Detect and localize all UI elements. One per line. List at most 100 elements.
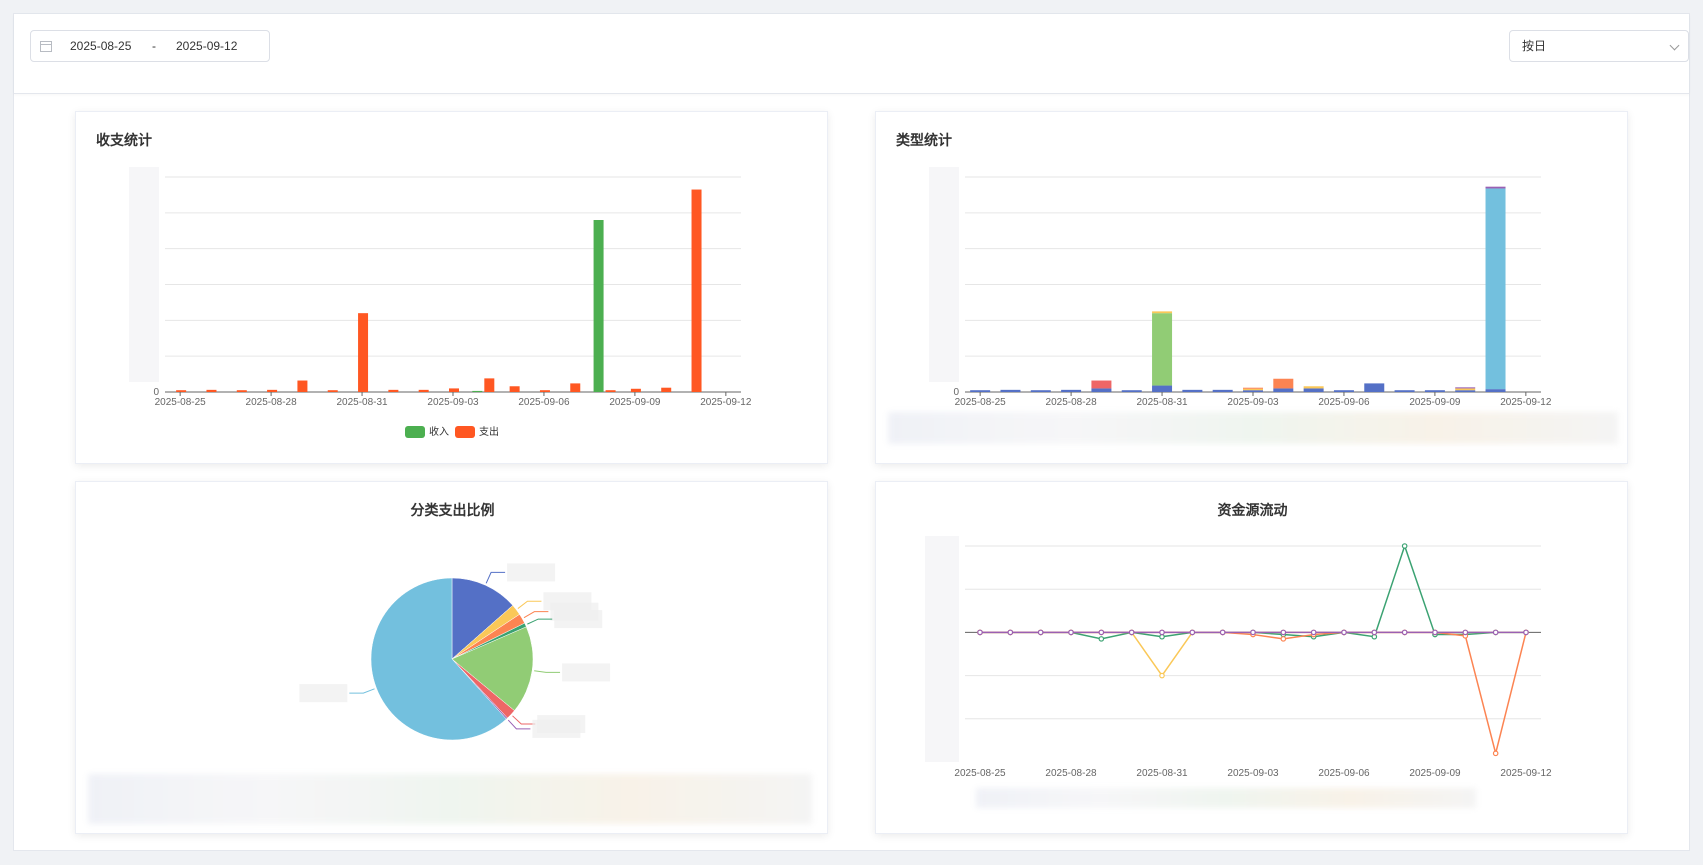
x-tick-label: 2025-08-25	[155, 397, 207, 408]
series-point	[1492, 629, 1499, 636]
income-bar	[472, 390, 483, 392]
expense-bar	[267, 389, 278, 392]
series-point	[1371, 629, 1378, 636]
series-point	[1341, 629, 1347, 636]
x-tick-label: 2025-08-25	[955, 397, 1007, 408]
x-tick-label: 2025-09-06	[518, 397, 570, 408]
stacked-bar-segment	[1455, 390, 1476, 392]
pie-label-line	[517, 600, 542, 609]
stacked-bar-segment	[1091, 388, 1112, 392]
expense-bar	[418, 389, 429, 392]
series-point	[1128, 629, 1135, 636]
expense-bar	[388, 389, 399, 392]
expense-bar	[691, 189, 702, 392]
legend-income-label: 收入	[429, 425, 449, 438]
pie-label-obscured	[562, 663, 611, 682]
granularity-select[interactable]: 按日	[1509, 30, 1689, 62]
pie-label-line	[523, 611, 549, 619]
stacked-bar-segment	[1455, 388, 1476, 391]
x-tick-label: 2025-09-06	[1318, 397, 1370, 408]
type-stats-card: 类型统计 0 2025-08-25 2025-08-28 2025-08-31 2025…	[875, 111, 1628, 464]
stacked-bar-segment	[1152, 311, 1173, 314]
stacked-bar-segment	[1303, 386, 1324, 389]
expense-bar	[570, 383, 581, 392]
stacked-bar-segment	[1030, 390, 1051, 392]
pie-label-line	[512, 715, 536, 725]
stacked-bar-segment	[1152, 385, 1173, 392]
series-point	[1492, 750, 1499, 757]
series-line	[980, 631, 1526, 677]
x-tick-label: 2025-08-31	[1136, 768, 1188, 779]
series-point	[1401, 543, 1408, 549]
x-tick-label: 2025-08-31	[1136, 397, 1188, 408]
x-tick-label: 2025-09-09	[1409, 397, 1461, 408]
filter-toolbar: 2025-08-25 - 2025-09-12 按日	[14, 14, 1689, 94]
x-tick-label: 2025-08-28	[246, 397, 298, 408]
stacked-bar-segment	[1485, 186, 1506, 189]
expense-bar	[661, 387, 672, 392]
y-axis-labels-obscured	[925, 536, 959, 762]
series-point	[1280, 629, 1287, 636]
series-point	[1007, 629, 1014, 636]
series-point	[1523, 629, 1529, 636]
stacked-bar-segment	[1243, 387, 1263, 389]
series-point	[1068, 629, 1074, 636]
y-axis-labels-obscured	[129, 167, 159, 382]
series-point	[977, 629, 983, 636]
x-tick-label: 2025-08-31	[336, 397, 388, 408]
expense-bar	[176, 390, 187, 392]
stacked-bar-segment	[970, 390, 991, 392]
x-tick-label: 2025-09-03	[1227, 397, 1279, 408]
series-point	[1159, 629, 1165, 636]
fund-flow-card: 资金源流动 2025-08-25 2025-08-28 2025-08-31 2025…	[875, 481, 1628, 834]
stacked-bar-segment	[1243, 388, 1263, 391]
x-tick-label: 2025-09-09	[1409, 768, 1461, 779]
stacked-bar-segment	[1303, 388, 1324, 392]
calendar-icon	[40, 40, 52, 52]
expense-bar	[327, 390, 338, 392]
series-point	[1098, 629, 1105, 636]
expense-bar	[539, 390, 550, 392]
series-line	[980, 631, 1527, 754]
x-tick-label: 2025-09-03	[1227, 768, 1279, 779]
legend-expense-swatch	[455, 426, 475, 438]
stacked-bar-segment	[1152, 313, 1173, 386]
pie-label-obscured	[507, 563, 556, 582]
x-tick-label: 2025-08-28	[1045, 768, 1097, 779]
expense-bar	[449, 388, 459, 392]
expense-bar	[236, 390, 247, 392]
fund-flow-line-chart: 2025-08-25 2025-08-28 2025-08-31 2025-09-03…	[925, 536, 1552, 779]
granularity-value: 按日	[1522, 39, 1547, 53]
stacked-bar-segment	[1485, 188, 1506, 390]
series-point	[1189, 629, 1196, 636]
series-point	[1037, 629, 1044, 636]
x-tick-label: 2025-09-12	[700, 397, 752, 408]
y-axis-labels-obscured	[929, 167, 959, 382]
legend-area	[88, 774, 812, 824]
start-date-input[interactable]: 2025-08-25	[70, 39, 152, 53]
x-tick-label: 2025-09-03	[427, 397, 479, 408]
end-date-input[interactable]: 2025-09-12	[176, 39, 266, 53]
legend-expense-label: 支出	[479, 425, 499, 438]
series-point	[1432, 629, 1438, 636]
stacked-bar-segment	[1394, 390, 1415, 392]
pie-label-line	[485, 571, 506, 584]
x-tick-label: 2025-08-28	[1046, 397, 1098, 408]
x-tick-label: 2025-09-09	[609, 397, 661, 408]
chevron-down-icon	[1669, 40, 1680, 51]
pie-label-line	[527, 618, 553, 625]
stacked-bar-segment	[1061, 389, 1082, 392]
stacked-bar-segment	[1121, 390, 1142, 392]
series-point	[1159, 672, 1165, 679]
date-range-picker[interactable]: 2025-08-25 - 2025-09-12	[30, 30, 270, 62]
x-tick-label: 2025-09-12	[1500, 397, 1552, 408]
series-point	[1462, 629, 1469, 636]
pie-label-obscured	[299, 684, 348, 703]
x-tick-label: 2025-09-06	[1318, 768, 1370, 779]
series-point	[1098, 636, 1105, 642]
income-expense-card: 收支统计 0 2025-08-25 2025-08-28 2025-08-31 2025…	[75, 111, 828, 464]
series-point	[1310, 629, 1317, 636]
series-point	[1250, 629, 1256, 636]
x-tick-label: 2025-09-12	[1500, 768, 1552, 779]
pie-label-line	[349, 688, 375, 694]
